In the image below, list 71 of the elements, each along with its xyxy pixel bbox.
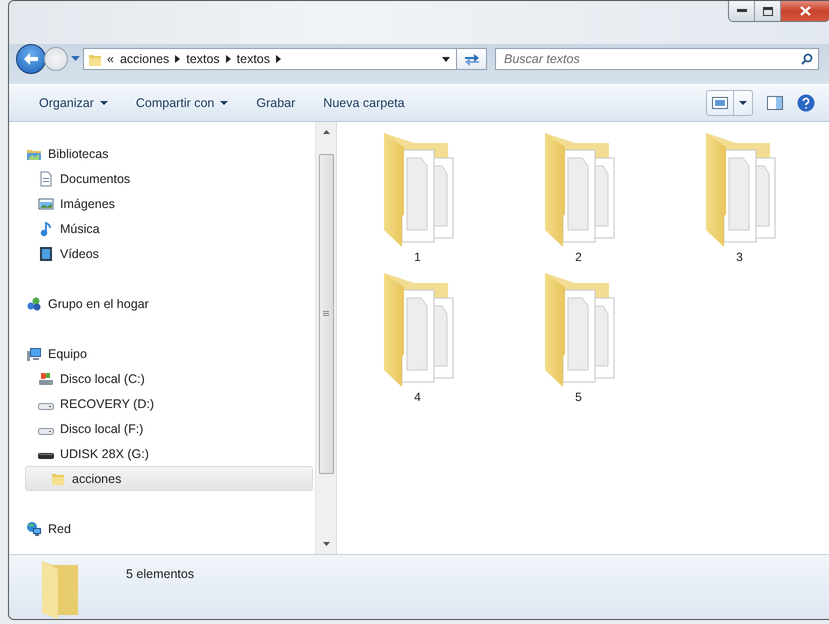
item-count: 5 elementos — [126, 567, 194, 581]
folder-name[interactable]: 1 — [414, 250, 421, 264]
maximize-button[interactable] — [755, 1, 781, 21]
preview-pane-button[interactable] — [767, 96, 783, 110]
tree-item[interactable]: RECOVERY (D:) — [25, 391, 313, 416]
breadcrumb-item[interactable]: textos — [236, 52, 270, 66]
tree-item[interactable]: Grupo en el hogar — [25, 291, 313, 316]
tree-item[interactable]: Vídeos — [25, 241, 313, 266]
folder-icon — [87, 52, 101, 66]
chevron-icon — [276, 55, 282, 63]
folder-name[interactable]: 2 — [575, 250, 582, 264]
tree-item[interactable]: Documentos — [25, 166, 313, 191]
homegroup-icon — [26, 296, 42, 312]
search-input[interactable]: Buscar textos — [504, 52, 801, 66]
folder-name[interactable]: 4 — [414, 390, 421, 404]
tree-item[interactable]: UDISK 28X (G:) — [25, 441, 313, 466]
history-dropdown[interactable] — [68, 56, 83, 62]
scroll-down-icon — [322, 542, 330, 546]
close-button[interactable] — [781, 1, 829, 21]
tree-item[interactable]: Imágenes — [25, 191, 313, 216]
scrollbar[interactable] — [315, 122, 336, 554]
maximize-icon — [762, 6, 772, 16]
folder-name[interactable]: 3 — [736, 250, 743, 264]
refresh-button[interactable] — [457, 48, 487, 70]
minimize-icon — [736, 9, 746, 13]
toolbar-button[interactable]: Compartir con — [128, 92, 236, 114]
tree-item[interactable]: Disco local (F:) — [25, 416, 313, 441]
search-icon — [801, 53, 813, 65]
folder-name[interactable]: 5 — [575, 390, 582, 404]
address-bar[interactable]: « acciones textos textos — [83, 48, 457, 70]
picture-icon — [38, 196, 54, 212]
back-button[interactable] — [16, 44, 46, 74]
refresh-icon — [464, 52, 480, 66]
overflow-mark[interactable]: « — [107, 52, 114, 66]
scroll-up-icon — [322, 130, 330, 134]
usb-drive-icon — [38, 453, 54, 459]
toolbar-button[interactable]: Organizar — [31, 92, 116, 114]
grip-icon — [323, 311, 329, 317]
music-note-icon — [38, 220, 54, 236]
help-icon — [797, 94, 815, 112]
caret-icon — [71, 56, 80, 62]
toolbar-button[interactable]: Nueva carpeta — [315, 92, 413, 114]
caret-icon — [739, 101, 747, 105]
close-icon — [800, 6, 810, 16]
tree-item[interactable]: acciones — [25, 466, 313, 491]
left-arrow-icon — [23, 52, 39, 66]
breadcrumb-item[interactable]: acciones — [120, 52, 170, 66]
preview-pane-icon — [767, 96, 783, 110]
search-field[interactable]: Buscar textos — [495, 48, 819, 70]
computer-icon — [26, 346, 42, 362]
toolbar-button[interactable]: Grabar — [248, 92, 304, 114]
tree-item[interactable]: Disco local (C:) — [25, 366, 313, 391]
chevron-icon — [175, 55, 180, 63]
document-icon — [38, 170, 54, 186]
tree-item[interactable]: Equipo — [25, 341, 313, 366]
chevron-icon — [226, 55, 231, 63]
caret-icon — [100, 101, 108, 105]
drive-icon — [38, 402, 54, 410]
network-icon — [26, 520, 42, 536]
tree-item[interactable]: Bibliotecas — [25, 141, 313, 166]
breadcrumb-item[interactable]: textos — [186, 52, 220, 66]
film-icon — [38, 246, 54, 262]
drive-icon — [38, 428, 54, 434]
view-icon — [712, 97, 728, 109]
caret-icon — [220, 101, 228, 105]
help-button[interactable] — [797, 94, 815, 112]
tree-item[interactable]: Red — [25, 516, 313, 541]
drive-icon — [38, 370, 54, 386]
caret-icon — [442, 56, 450, 62]
minimize-button[interactable] — [729, 1, 755, 21]
tree-item[interactable]: Música — [25, 216, 313, 241]
